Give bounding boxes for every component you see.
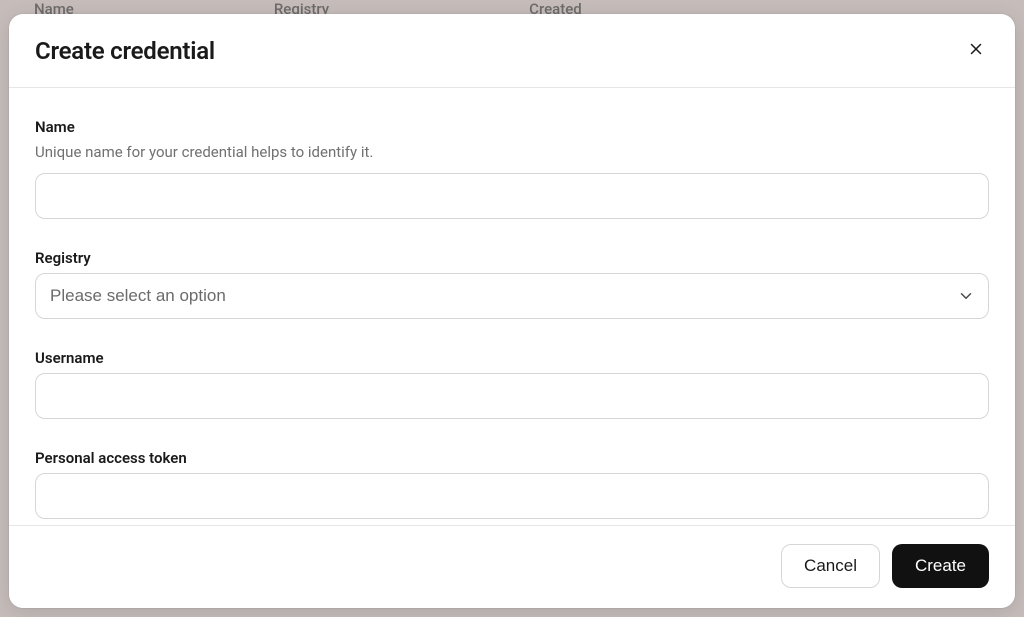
close-icon — [967, 40, 985, 61]
pat-label: Personal access token — [35, 449, 989, 467]
modal-backdrop: Name Registry Created Create credential … — [0, 0, 1024, 617]
field-group-username: Username — [35, 349, 989, 419]
pat-input[interactable] — [35, 473, 989, 519]
name-label: Name — [35, 118, 989, 136]
username-input[interactable] — [35, 373, 989, 419]
name-input[interactable] — [35, 173, 989, 219]
field-group-registry: Registry Please select an option — [35, 249, 989, 319]
field-group-name: Name Unique name for your credential hel… — [35, 118, 989, 219]
modal-body: Name Unique name for your credential hel… — [9, 88, 1015, 525]
field-group-pat: Personal access token — [35, 449, 989, 519]
modal-footer: Cancel Create — [9, 525, 1015, 608]
registry-select[interactable]: Please select an option — [35, 273, 989, 319]
modal-title: Create credential — [35, 37, 215, 65]
close-button[interactable] — [963, 36, 989, 65]
registry-label: Registry — [35, 249, 989, 267]
registry-select-placeholder: Please select an option — [50, 286, 226, 306]
modal-header: Create credential — [9, 14, 1015, 88]
name-hint: Unique name for your credential helps to… — [35, 142, 989, 163]
cancel-button[interactable]: Cancel — [781, 544, 880, 588]
registry-select-wrap: Please select an option — [35, 273, 989, 319]
create-credential-modal: Create credential Name Unique name for y… — [9, 14, 1015, 608]
username-label: Username — [35, 349, 989, 367]
create-button[interactable]: Create — [892, 544, 989, 588]
